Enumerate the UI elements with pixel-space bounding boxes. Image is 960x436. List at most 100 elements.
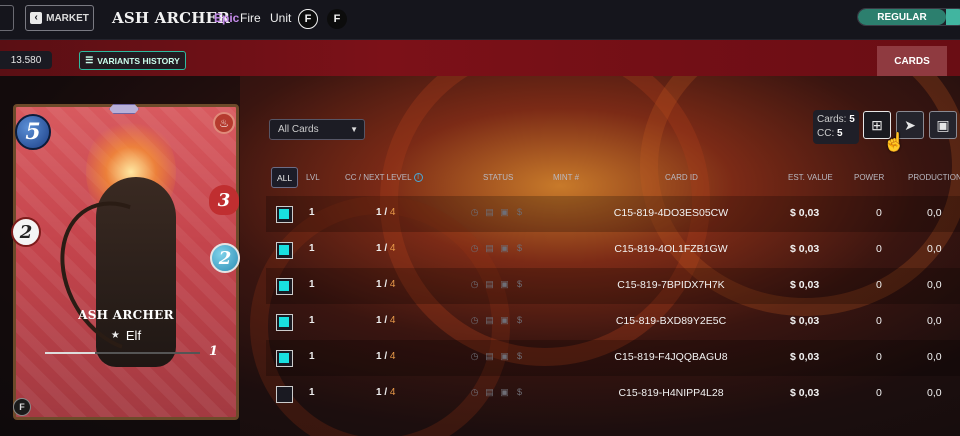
row-production: 0,0 xyxy=(927,387,942,399)
col-header-cc[interactable]: CC / NEXT LEVEL i xyxy=(345,173,423,183)
row-power: 0 xyxy=(876,243,882,255)
card-filter-select[interactable]: All Cards ▼ xyxy=(269,119,365,140)
row-card-id[interactable]: C15-819-4DO3ES05CW xyxy=(576,207,766,219)
row-power: 0 xyxy=(876,207,882,219)
set-icon: F xyxy=(327,9,347,29)
table-row[interactable]: 1 1 / 4 ◷ ▤ ▣ $ C15-819-7BPIDX7H7K $ 0,03 0 0,0 xyxy=(266,268,960,304)
row-checkbox[interactable] xyxy=(276,278,293,295)
row-card-id[interactable]: C15-819-7BPIDX7H7K xyxy=(576,279,766,291)
col-header-lvl[interactable]: LVL xyxy=(306,173,320,182)
card-name-plate: ASH ARCHER xyxy=(78,308,174,322)
lock-icon: ▣ xyxy=(500,206,509,217)
cc-count-label: CC: xyxy=(817,128,835,139)
variants-history-label: VARIANTS HISTORY xyxy=(97,55,180,66)
lock-icon: ▣ xyxy=(500,314,509,325)
market-listing-icon: ▤ xyxy=(485,206,494,217)
lock-icon: ▣ xyxy=(500,350,509,361)
col-header-est-value[interactable]: EST. VALUE xyxy=(788,173,833,182)
health-stat: 3 xyxy=(209,185,239,215)
table-row[interactable]: 1 1 / 4 ◷ ▤ ▣ $ C15-819-4DO3ES05CW $ 0,03 0 0,0 xyxy=(266,196,960,232)
row-power: 0 xyxy=(876,279,882,291)
row-status-icons: ◷ ▤ ▣ $ xyxy=(469,386,525,398)
row-cc: 1 / 4 xyxy=(376,207,396,218)
row-level: 1 xyxy=(309,279,315,290)
row-power: 0 xyxy=(876,315,882,327)
table-row[interactable]: 1 1 / 4 ◷ ▤ ▣ $ C15-819-BXD89Y2E5C $ 0,03 0 0,0 xyxy=(266,304,960,340)
row-cc: 1 / 4 xyxy=(376,279,396,290)
select-all-button[interactable]: ALL xyxy=(271,167,298,188)
row-est-value: $ 0,03 xyxy=(790,315,820,327)
dollar-icon: $ xyxy=(516,243,522,253)
arrow-back-icon: ‹ xyxy=(30,12,43,24)
row-card-id[interactable]: C15-819-BXD89Y2E5C xyxy=(576,315,766,327)
dollar-icon: $ xyxy=(516,351,522,361)
market-listing-icon: ▤ xyxy=(485,242,494,253)
lock-icon: ▣ xyxy=(500,242,509,253)
row-card-id[interactable]: C15-819-H4NIPP4L28 xyxy=(576,387,766,399)
elf-race-icon: ★ xyxy=(110,330,120,341)
col-header-card-id[interactable]: CARD ID xyxy=(665,173,698,182)
xp-progress-bar xyxy=(45,352,200,354)
rental-clock-icon: ◷ xyxy=(470,386,479,397)
market-label: MARKET xyxy=(46,12,89,24)
row-power: 0 xyxy=(876,387,882,399)
row-checkbox[interactable] xyxy=(276,350,293,367)
row-checkbox[interactable] xyxy=(276,314,293,331)
market-listing-icon: ▤ xyxy=(485,350,494,361)
variants-history-button[interactable]: ☰ VARIANTS HISTORY xyxy=(79,51,186,70)
fire-element-icon: ♨ xyxy=(213,112,235,134)
chevron-down-icon: ▼ xyxy=(350,125,358,134)
element-label: Fire xyxy=(240,11,261,25)
row-checkbox[interactable] xyxy=(276,206,293,223)
row-checkbox[interactable] xyxy=(276,242,293,259)
row-level: 1 xyxy=(309,387,315,398)
col-header-mint[interactable]: MINT # xyxy=(553,173,579,182)
selection-summary: Cards: 5 CC: 5 xyxy=(813,110,859,144)
lock-icon: ▣ xyxy=(500,386,509,397)
ranged-attack-stat: 2 xyxy=(11,217,41,247)
row-level: 1 xyxy=(309,351,315,362)
row-cc: 1 / 4 xyxy=(376,315,396,326)
dollar-icon: $ xyxy=(516,207,522,217)
table-row[interactable]: 1 1 / 4 ◷ ▤ ▣ $ C15-819-4OL1FZB1GW $ 0,03 0 0,0 xyxy=(266,232,960,268)
col-header-power[interactable]: POWER xyxy=(854,173,884,182)
col-header-status[interactable]: STATUS xyxy=(483,173,513,182)
rental-clock-icon: ◷ xyxy=(470,314,479,325)
dollar-icon: $ xyxy=(516,279,522,289)
toggle-regular-label: REGULAR xyxy=(858,9,946,25)
row-status-icons: ◷ ▤ ▣ $ xyxy=(469,350,525,362)
top-bar: ‹ MARKET ASH ARCHER Epic Fire Unit F F R… xyxy=(0,0,960,40)
main-content: 11 / 4 ◷ ▤ ▣ $ C15-819-4DO3ES05CW $ 0,03 0 0,0 1 1… xyxy=(0,76,960,436)
row-production: 0,0 xyxy=(927,243,942,255)
tab-cards[interactable]: CARDS xyxy=(877,46,947,76)
market-listing-icon: ▤ xyxy=(485,386,494,397)
row-status-icons: ◷ ▤ ▣ $ xyxy=(469,314,525,326)
card-title: ASH ARCHER xyxy=(112,9,230,27)
cards-count: 5 xyxy=(849,114,855,125)
row-status-icons: ◷ ▤ ▣ $ xyxy=(469,206,525,218)
table-row[interactable]: 1 1 / 4 ◷ ▤ ▣ $ C15-819-F4JQQBAGU8 $ 0,03 0 0,0 xyxy=(266,340,960,376)
col-header-production[interactable]: PRODUCTION xyxy=(908,173,960,182)
send-icon: ➤ xyxy=(904,116,916,133)
list-icon: ☰ xyxy=(85,55,94,65)
dollar-icon: $ xyxy=(516,315,522,325)
type-label: Unit xyxy=(270,11,292,25)
row-checkbox[interactable] xyxy=(276,386,293,403)
sell-button[interactable]: ▣ xyxy=(929,111,957,139)
row-card-id[interactable]: C15-819-F4JQQBAGU8 xyxy=(576,351,766,363)
cc-count: 5 xyxy=(837,128,843,139)
back-button[interactable] xyxy=(0,5,14,31)
table-row[interactable]: 1 1 / 4 ◷ ▤ ▣ $ C15-819-H4NIPP4L28 $ 0,03 0 0,0 xyxy=(266,376,960,412)
row-est-value: $ 0,03 xyxy=(790,351,820,363)
row-production: 0,0 xyxy=(927,279,942,291)
regular-gold-toggle[interactable]: REGULAR xyxy=(857,8,960,26)
dec-balance: 13.580 xyxy=(0,51,52,69)
hand-cursor-icon: ☝ xyxy=(883,132,906,152)
row-level: 1 xyxy=(309,207,315,218)
market-button[interactable]: ‹ MARKET xyxy=(25,5,94,31)
filter-selected-value: All Cards xyxy=(278,124,319,135)
market-listing-icon: ▤ xyxy=(485,314,494,325)
row-card-id[interactable]: C15-819-4OL1FZB1GW xyxy=(576,243,766,255)
info-icon[interactable]: i xyxy=(413,173,423,183)
row-est-value: $ 0,03 xyxy=(790,243,820,255)
